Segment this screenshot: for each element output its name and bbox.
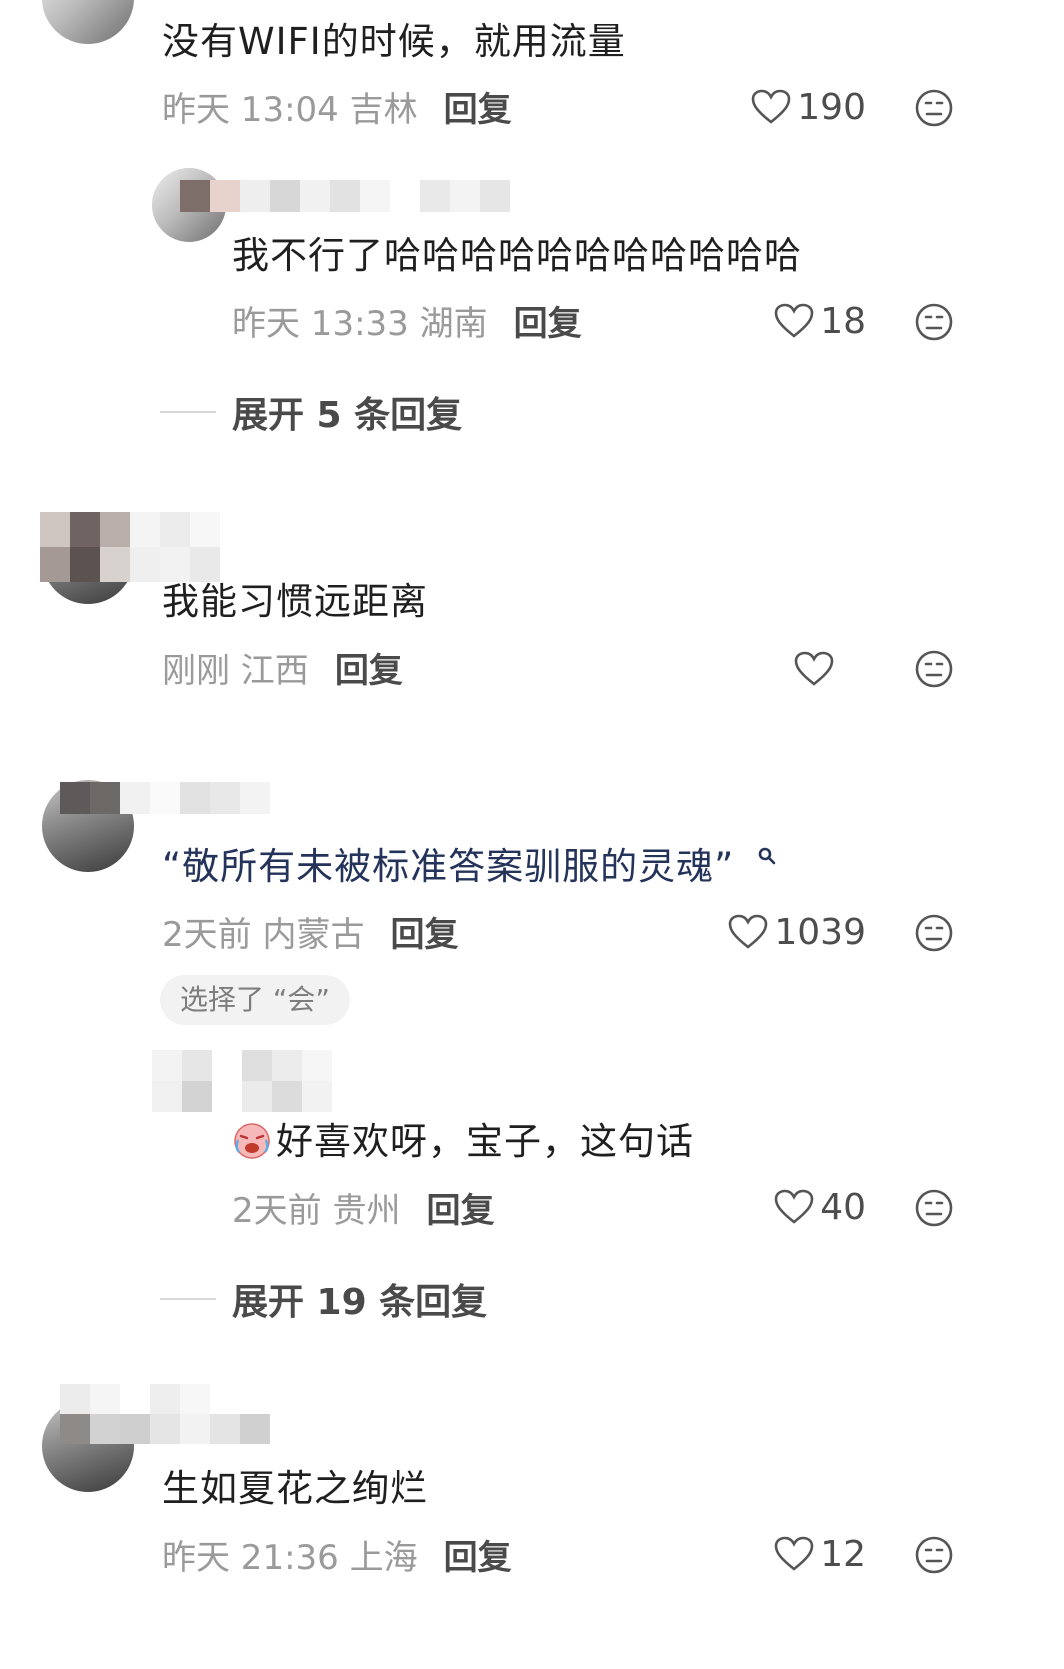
like-button[interactable]: 18 bbox=[774, 300, 866, 342]
heart-outline-icon bbox=[774, 1536, 814, 1571]
reply-time-location: 2天前 贵州 bbox=[232, 1191, 401, 1231]
reply-button[interactable]: 回复 bbox=[444, 90, 512, 130]
comment-text: 没有WIFI的时候，就用流量 bbox=[162, 20, 626, 63]
face-emoji-icon[interactable] bbox=[914, 1188, 954, 1228]
like-button[interactable] bbox=[794, 649, 840, 689]
heart-outline-icon bbox=[729, 914, 768, 949]
reply-button[interactable]: 回复 bbox=[426, 1191, 494, 1231]
like-button[interactable]: 1039 bbox=[728, 911, 866, 953]
username-blurred[interactable] bbox=[60, 1384, 270, 1444]
search-icon[interactable] bbox=[757, 846, 777, 866]
face-emoji-icon[interactable] bbox=[914, 913, 954, 953]
heart-outline-icon bbox=[794, 651, 834, 686]
face-emoji-icon[interactable] bbox=[914, 88, 954, 128]
comment-text: “敬所有未被标准答案驯服的灵魂” bbox=[162, 845, 777, 889]
expand-replies-label: 展开 5 条回复 bbox=[232, 395, 463, 436]
like-button[interactable]: 190 bbox=[751, 86, 866, 128]
expand-replies-button[interactable]: 展开 19 条回复 bbox=[160, 1277, 487, 1323]
comment-meta: 2天前 内蒙古 回复 bbox=[162, 915, 458, 955]
vote-choice-chip: 选择了 “会” bbox=[160, 975, 350, 1025]
comment-time-location: 昨天 21:36 上海 bbox=[162, 1538, 418, 1578]
comment-text: 我能习惯远距离 bbox=[162, 580, 428, 623]
username-blurred[interactable] bbox=[40, 512, 250, 582]
like-count: 190 bbox=[797, 86, 866, 128]
username-blurred[interactable] bbox=[60, 782, 270, 814]
like-count: 18 bbox=[820, 300, 866, 342]
reply-time-location: 昨天 13:33 湖南 bbox=[232, 304, 488, 344]
username-blurred[interactable] bbox=[152, 1050, 362, 1112]
reply-text: 我不行了哈哈哈哈哈哈哈哈哈哈哈 bbox=[232, 234, 802, 277]
like-button[interactable]: 40 bbox=[774, 1186, 866, 1228]
comment-meta: 昨天 13:04 吉林 回复 bbox=[162, 90, 512, 130]
heart-outline-icon bbox=[774, 1189, 814, 1224]
comment-time-location: 昨天 13:04 吉林 bbox=[162, 90, 418, 130]
heart-outline-icon bbox=[774, 303, 814, 338]
face-emoji-icon[interactable] bbox=[914, 1535, 954, 1575]
face-emoji-icon[interactable] bbox=[914, 649, 954, 689]
reply-text: 好喜欢呀，宝子，这句话 bbox=[232, 1120, 694, 1164]
reply-meta: 昨天 13:33 湖南 回复 bbox=[232, 304, 582, 344]
comment-meta: 昨天 21:36 上海 回复 bbox=[162, 1538, 512, 1578]
divider bbox=[160, 411, 216, 413]
comment-time-location: 刚刚 江西 bbox=[162, 651, 309, 691]
reply-button[interactable]: 回复 bbox=[514, 304, 582, 344]
divider bbox=[160, 1298, 216, 1300]
username-blurred[interactable] bbox=[180, 180, 510, 212]
quote-text: “敬所有未被标准答案驯服的灵魂” bbox=[162, 845, 735, 888]
like-count: 1039 bbox=[774, 911, 866, 953]
reply-text-content: 好喜欢呀，宝子，这句话 bbox=[276, 1120, 694, 1163]
avatar[interactable] bbox=[42, 0, 134, 44]
reply-button[interactable]: 回复 bbox=[335, 651, 403, 691]
comment-text: 生如夏花之绚烂 bbox=[162, 1467, 428, 1510]
comment-meta: 刚刚 江西 回复 bbox=[162, 651, 403, 691]
expand-replies-button[interactable]: 展开 5 条回复 bbox=[160, 390, 462, 436]
reply-button[interactable]: 回复 bbox=[444, 1538, 512, 1578]
like-count: 40 bbox=[820, 1186, 866, 1228]
crying-laugh-sticker bbox=[234, 1123, 270, 1159]
like-button[interactable]: 12 bbox=[774, 1533, 866, 1575]
reply-button[interactable]: 回复 bbox=[390, 915, 458, 955]
expand-replies-label: 展开 19 条回复 bbox=[232, 1282, 488, 1323]
reply-meta: 2天前 贵州 回复 bbox=[232, 1191, 494, 1231]
heart-outline-icon bbox=[751, 89, 791, 124]
face-emoji-icon[interactable] bbox=[914, 302, 954, 342]
like-count: 12 bbox=[820, 1533, 866, 1575]
comment-time-location: 2天前 内蒙古 bbox=[162, 915, 365, 955]
